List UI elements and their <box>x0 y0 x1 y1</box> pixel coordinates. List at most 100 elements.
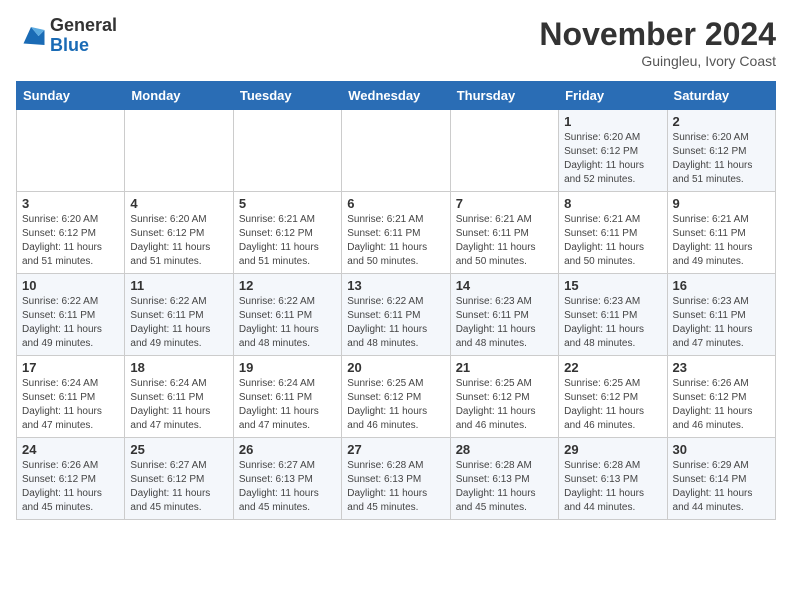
day-info: Sunrise: 6:26 AM Sunset: 6:12 PM Dayligh… <box>22 459 119 515</box>
logo-text: General Blue <box>50 16 117 56</box>
day-number: 29 <box>564 442 661 457</box>
calendar-cell: 22 Sunrise: 6:25 AM Sunset: 6:12 PM Dayli… <box>559 356 667 438</box>
day-number: 4 <box>130 196 227 211</box>
day-info: Sunrise: 6:28 AM Sunset: 6:13 PM Dayligh… <box>456 459 553 515</box>
day-number: 12 <box>239 278 336 293</box>
day-number: 15 <box>564 278 661 293</box>
day-number: 28 <box>456 442 553 457</box>
day-number: 3 <box>22 196 119 211</box>
day-info: Sunrise: 6:24 AM Sunset: 6:11 PM Dayligh… <box>130 377 227 433</box>
month-title: November 2024 <box>539 16 776 53</box>
week-row-5: 24 Sunrise: 6:26 AM Sunset: 6:12 PM Dayli… <box>17 438 776 520</box>
day-info: Sunrise: 6:22 AM Sunset: 6:11 PM Dayligh… <box>239 295 336 351</box>
calendar-cell: 5 Sunrise: 6:21 AM Sunset: 6:12 PM Daylig… <box>233 192 341 274</box>
weekday-header-saturday: Saturday <box>667 82 775 110</box>
calendar-cell: 27 Sunrise: 6:28 AM Sunset: 6:13 PM Dayli… <box>342 438 450 520</box>
calendar-cell <box>233 110 341 192</box>
day-info: Sunrise: 6:22 AM Sunset: 6:11 PM Dayligh… <box>22 295 119 351</box>
day-number: 17 <box>22 360 119 375</box>
calendar-cell: 15 Sunrise: 6:23 AM Sunset: 6:11 PM Dayli… <box>559 274 667 356</box>
day-info: Sunrise: 6:20 AM Sunset: 6:12 PM Dayligh… <box>22 213 119 269</box>
day-info: Sunrise: 6:21 AM Sunset: 6:11 PM Dayligh… <box>673 213 770 269</box>
location: Guingleu, Ivory Coast <box>539 53 776 69</box>
day-info: Sunrise: 6:28 AM Sunset: 6:13 PM Dayligh… <box>564 459 661 515</box>
logo-general: General <box>50 15 117 35</box>
calendar-table: SundayMondayTuesdayWednesdayThursdayFrid… <box>16 81 776 520</box>
calendar-cell: 30 Sunrise: 6:29 AM Sunset: 6:14 PM Dayli… <box>667 438 775 520</box>
calendar-cell: 6 Sunrise: 6:21 AM Sunset: 6:11 PM Daylig… <box>342 192 450 274</box>
calendar-cell: 17 Sunrise: 6:24 AM Sunset: 6:11 PM Dayli… <box>17 356 125 438</box>
calendar-cell: 11Sunrise: 6:22 AM Sunset: 6:11 PM Dayli… <box>125 274 233 356</box>
day-info: Sunrise: 6:24 AM Sunset: 6:11 PM Dayligh… <box>22 377 119 433</box>
weekday-header-row: SundayMondayTuesdayWednesdayThursdayFrid… <box>17 82 776 110</box>
day-info: Sunrise: 6:25 AM Sunset: 6:12 PM Dayligh… <box>347 377 444 433</box>
calendar-cell: 7 Sunrise: 6:21 AM Sunset: 6:11 PM Daylig… <box>450 192 558 274</box>
calendar-cell: 2Sunrise: 6:20 AM Sunset: 6:12 PM Daylig… <box>667 110 775 192</box>
day-number: 30 <box>673 442 770 457</box>
day-number: 6 <box>347 196 444 211</box>
day-info: Sunrise: 6:20 AM Sunset: 6:12 PM Dayligh… <box>673 131 770 187</box>
day-info: Sunrise: 6:29 AM Sunset: 6:14 PM Dayligh… <box>673 459 770 515</box>
calendar-cell: 28 Sunrise: 6:28 AM Sunset: 6:13 PM Dayli… <box>450 438 558 520</box>
day-number: 5 <box>239 196 336 211</box>
calendar-cell: 29 Sunrise: 6:28 AM Sunset: 6:13 PM Dayli… <box>559 438 667 520</box>
day-number: 27 <box>347 442 444 457</box>
calendar-cell: 16 Sunrise: 6:23 AM Sunset: 6:11 PM Dayli… <box>667 274 775 356</box>
day-number: 11 <box>130 278 227 293</box>
day-number: 16 <box>673 278 770 293</box>
day-info: Sunrise: 6:20 AM Sunset: 6:12 PM Dayligh… <box>130 213 227 269</box>
day-number: 9 <box>673 196 770 211</box>
day-info: Sunrise: 6:26 AM Sunset: 6:12 PM Dayligh… <box>673 377 770 433</box>
day-info: Sunrise: 6:25 AM Sunset: 6:12 PM Dayligh… <box>456 377 553 433</box>
calendar-cell <box>450 110 558 192</box>
calendar-cell: 8Sunrise: 6:21 AM Sunset: 6:11 PM Daylig… <box>559 192 667 274</box>
calendar-cell: 21 Sunrise: 6:25 AM Sunset: 6:12 PM Dayli… <box>450 356 558 438</box>
day-info: Sunrise: 6:23 AM Sunset: 6:11 PM Dayligh… <box>564 295 661 351</box>
day-info: Sunrise: 6:21 AM Sunset: 6:11 PM Dayligh… <box>347 213 444 269</box>
calendar-cell: 13Sunrise: 6:22 AM Sunset: 6:11 PM Dayli… <box>342 274 450 356</box>
calendar-cell: 14Sunrise: 6:23 AM Sunset: 6:11 PM Dayli… <box>450 274 558 356</box>
calendar-cell: 10 Sunrise: 6:22 AM Sunset: 6:11 PM Dayli… <box>17 274 125 356</box>
day-number: 25 <box>130 442 227 457</box>
calendar-cell <box>125 110 233 192</box>
calendar-cell: 23 Sunrise: 6:26 AM Sunset: 6:12 PM Dayli… <box>667 356 775 438</box>
calendar-cell: 20 Sunrise: 6:25 AM Sunset: 6:12 PM Dayli… <box>342 356 450 438</box>
weekday-header-monday: Monday <box>125 82 233 110</box>
day-number: 10 <box>22 278 119 293</box>
day-info: Sunrise: 6:22 AM Sunset: 6:11 PM Dayligh… <box>347 295 444 351</box>
day-number: 18 <box>130 360 227 375</box>
day-number: 23 <box>673 360 770 375</box>
week-row-3: 10 Sunrise: 6:22 AM Sunset: 6:11 PM Dayli… <box>17 274 776 356</box>
day-info: Sunrise: 6:21 AM Sunset: 6:12 PM Dayligh… <box>239 213 336 269</box>
day-info: Sunrise: 6:21 AM Sunset: 6:11 PM Dayligh… <box>456 213 553 269</box>
day-info: Sunrise: 6:27 AM Sunset: 6:13 PM Dayligh… <box>239 459 336 515</box>
calendar-cell: 19Sunrise: 6:24 AM Sunset: 6:11 PM Dayli… <box>233 356 341 438</box>
calendar-cell: 4 Sunrise: 6:20 AM Sunset: 6:12 PM Daylig… <box>125 192 233 274</box>
day-number: 24 <box>22 442 119 457</box>
week-row-2: 3 Sunrise: 6:20 AM Sunset: 6:12 PM Daylig… <box>17 192 776 274</box>
logo: General Blue <box>16 16 117 56</box>
weekday-header-wednesday: Wednesday <box>342 82 450 110</box>
day-info: Sunrise: 6:28 AM Sunset: 6:13 PM Dayligh… <box>347 459 444 515</box>
day-number: 14 <box>456 278 553 293</box>
weekday-header-thursday: Thursday <box>450 82 558 110</box>
calendar-cell: 24 Sunrise: 6:26 AM Sunset: 6:12 PM Dayli… <box>17 438 125 520</box>
calendar-cell <box>17 110 125 192</box>
day-number: 21 <box>456 360 553 375</box>
calendar-cell: 18 Sunrise: 6:24 AM Sunset: 6:11 PM Dayli… <box>125 356 233 438</box>
day-number: 19 <box>239 360 336 375</box>
calendar-body: 1Sunrise: 6:20 AM Sunset: 6:12 PM Daylig… <box>17 110 776 520</box>
day-number: 20 <box>347 360 444 375</box>
calendar-cell: 9 Sunrise: 6:21 AM Sunset: 6:11 PM Daylig… <box>667 192 775 274</box>
calendar-cell: 26Sunrise: 6:27 AM Sunset: 6:13 PM Dayli… <box>233 438 341 520</box>
page-header: General Blue November 2024 Guingleu, Ivo… <box>16 16 776 69</box>
weekday-header-friday: Friday <box>559 82 667 110</box>
calendar-cell: 3 Sunrise: 6:20 AM Sunset: 6:12 PM Daylig… <box>17 192 125 274</box>
calendar-cell: 12 Sunrise: 6:22 AM Sunset: 6:11 PM Dayli… <box>233 274 341 356</box>
day-number: 7 <box>456 196 553 211</box>
day-info: Sunrise: 6:23 AM Sunset: 6:11 PM Dayligh… <box>673 295 770 351</box>
day-number: 22 <box>564 360 661 375</box>
title-block: November 2024 Guingleu, Ivory Coast <box>539 16 776 69</box>
day-info: Sunrise: 6:25 AM Sunset: 6:12 PM Dayligh… <box>564 377 661 433</box>
calendar-cell: 1Sunrise: 6:20 AM Sunset: 6:12 PM Daylig… <box>559 110 667 192</box>
